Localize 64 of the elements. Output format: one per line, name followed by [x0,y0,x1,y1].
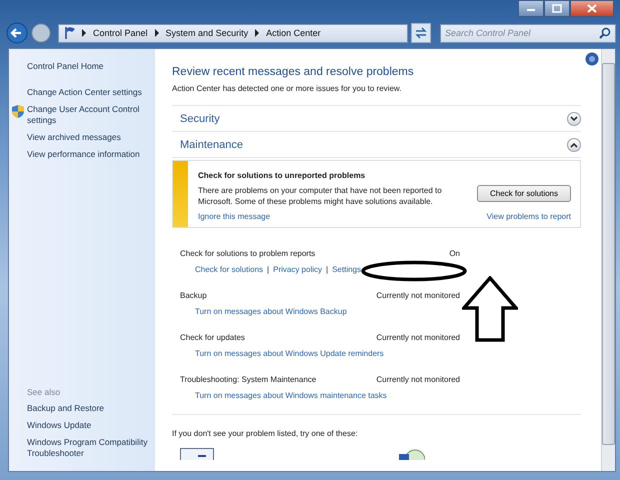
close-button[interactable] [570,0,614,17]
footer-text: If you don't see your problem listed, try one of these: [172,429,359,438]
item-link[interactable]: Turn on messages about Windows Update reminders [195,349,384,358]
chevron-down-icon [570,116,578,122]
warning-stripe [173,161,188,227]
item-link[interactable]: Turn on messages about Windows maintenance tasks [195,391,387,400]
alert-title: Check for solutions to unreported problems [198,171,366,180]
item-link[interactable]: Check for solutions [195,265,264,274]
monitor-icon [180,448,214,460]
section-header-link[interactable]: Maintenance [180,138,243,152]
back-button[interactable] [6,22,28,44]
alert-link[interactable]: View problems to report [486,212,571,221]
recovery-icon [399,448,425,460]
item-link[interactable]: Turn on messages about Windows Backup [195,307,347,316]
address-bar[interactable]: Control Panel System and Security Action Center [58,24,408,42]
chevron-icon [254,29,260,37]
chevron-icon [154,29,160,37]
section-header-link[interactable]: Security [180,112,220,126]
search-box[interactable]: Search Control Panel [440,24,616,42]
section-heading: See also [26,387,62,397]
link-separator: | [326,265,328,274]
close-icon [587,4,597,13]
item-label: Backup [180,291,208,300]
page-subtitle: Action Center has detected one or more issues for you to review. [172,84,581,106]
shield-icon [12,105,24,118]
item-label: Troubleshooting: System Maintenance [180,375,318,384]
breadcrumb-item[interactable]: System and Security [166,28,248,38]
sidebar-link[interactable]: View archived messages [27,132,121,143]
arrow-annotation-drawing [462,276,518,342]
status-text: Currently not monitored [375,291,460,300]
alert-message: There are problems on your computer that have not been reported to Microsoft. Some of these problems might have solutions available. [198,185,443,207]
maximize-icon [552,4,562,13]
sidebar-link[interactable]: Control Panel Home [27,61,104,72]
page-heading: Review recent messages and resolve problems [172,66,415,78]
sidebar-link[interactable]: Windows Program Compatibility Troubleshooter [27,437,155,459]
item-label: Check for updates [180,333,246,342]
breadcrumb-item[interactable]: Control Panel [93,28,148,38]
minimize-button[interactable] [518,0,544,17]
item-label: Check for solutions to problem reports [180,249,316,258]
status-text: Currently not monitored [375,333,460,342]
item-link[interactable]: Settings [332,265,361,274]
sidebar-link[interactable]: Change User Account Control settings [27,104,155,126]
check-solutions-button[interactable]: Check for solutions [476,185,571,202]
refresh-button[interactable] [411,23,431,43]
sidebar-link[interactable]: Change Action Center settings [27,87,142,98]
search-field[interactable]: Search Control Panel [445,28,599,38]
item-link[interactable]: Privacy policy [273,265,322,274]
maximize-button[interactable] [544,0,570,17]
search-icon [599,27,611,39]
chevron-up-icon [570,142,578,148]
status-text: On [448,249,460,258]
scrollbar[interactable] [601,49,615,471]
help-icon[interactable] [585,52,599,66]
collapse-button[interactable] [567,138,581,152]
chevron-icon [81,29,87,37]
expand-button[interactable] [567,112,581,126]
link-separator: | [267,265,270,274]
sidebar-link[interactable]: View performance information [27,149,140,160]
alert-link[interactable]: Ignore this message [198,212,270,221]
sidebar-link[interactable]: Windows Update [27,420,92,431]
breadcrumb-item[interactable]: Action Center [266,28,321,38]
sidebar-link[interactable]: Backup and Restore [27,403,104,414]
status-text: Currently not monitored [375,375,460,384]
flag-icon [63,26,77,40]
